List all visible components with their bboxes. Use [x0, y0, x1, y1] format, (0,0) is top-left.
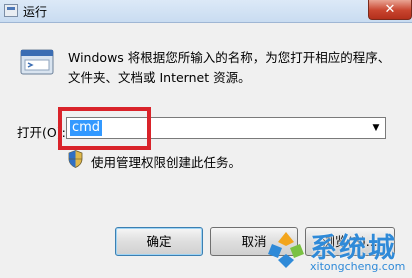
watermark-domain-text: xitongcheng.com — [310, 260, 406, 273]
watermark: 系统城 xitongcheng.com — [262, 226, 412, 278]
uac-shield-icon — [68, 150, 83, 168]
dropdown-arrow-icon[interactable]: ▼ — [369, 118, 383, 138]
annotation-highlight-box — [58, 107, 151, 150]
run-app-icon — [4, 4, 18, 17]
watermark-logo-icon — [268, 232, 304, 268]
ok-button[interactable]: 确定 — [115, 227, 203, 256]
title-bar: 运行 ✕ — [0, 0, 412, 23]
admin-privilege-note: 使用管理权限创建此任务。 — [91, 155, 242, 170]
run-program-icon — [20, 49, 54, 75]
description-line-2: 文件夹、文档或 Internet 资源。 — [68, 70, 251, 85]
window-title: 运行 — [23, 5, 48, 19]
description-line-1: Windows 将根据您所输入的名称，为您打开相应的程序、 — [68, 50, 391, 65]
dialog-description: Windows 将根据您所输入的名称，为您打开相应的程序、 文件夹、文档或 In… — [68, 48, 398, 88]
close-button[interactable]: ✕ — [368, 0, 412, 20]
